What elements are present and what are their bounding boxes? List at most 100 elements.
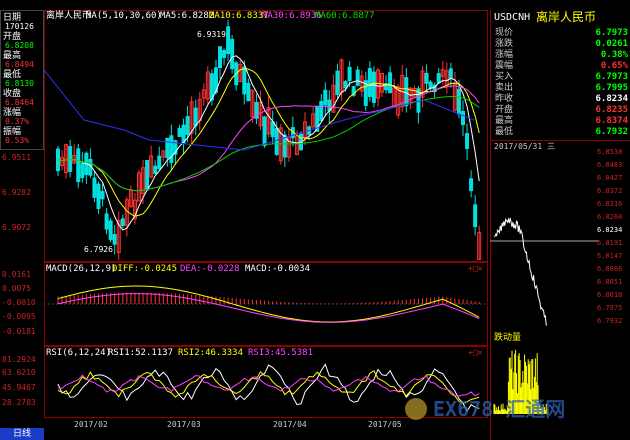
low-marker: 6.7926 [84,245,113,254]
candle-body [424,72,429,84]
quote-row: 昨收 6.8234 [493,94,630,105]
quote-value: 6.8374 [595,116,628,126]
candle-body [177,128,182,137]
rsi-panel-controls[interactable]: +□× [468,348,482,358]
candle-body [153,165,158,175]
candle-body [371,71,376,103]
x-tick: 2017/03 [167,420,201,429]
quote-value: 6.7932 [595,127,628,137]
y-tick: 6.9072 [2,223,31,232]
quote-row: 最低 6.7932 [493,127,630,138]
candle-body [319,101,324,121]
candle-body [222,50,227,59]
candle-body [76,148,81,183]
intraday-y-tick: 6.8427 [597,174,623,182]
rsi-y-tick: 81.2924 [2,355,36,364]
candle-body [226,26,231,55]
intraday-y-tick: 6.8051 [597,278,623,286]
high-marker: 6.9319 [197,30,226,39]
candle-body [469,178,474,192]
quote-value: 6.7995 [595,83,628,93]
candle-body [246,82,251,102]
candle-body [465,133,470,149]
divider [490,140,630,141]
macd-y-tick: 0.0075 [2,284,31,293]
quote-label: 现价 [495,28,514,38]
watermark-logo-icon [405,398,427,420]
quote-label: 开盘 [495,105,514,115]
x-tick: 2017/02 [74,420,108,429]
intraday-y-tick: 6.8372 [597,187,623,195]
candle-body [68,146,73,172]
rsi-y-tick: 28.2783 [2,398,36,407]
candle-body [92,177,97,198]
candle-body [335,70,340,95]
candle-body [165,137,170,159]
candle-body [218,46,222,68]
quote-value: 6.7973 [595,72,628,82]
info-value: 6.8494 [5,60,34,69]
candle-body [367,68,372,97]
dea-line [57,293,480,323]
quote-value: 6.8235 [595,105,628,115]
y-tick: 6.9511 [2,153,31,162]
candle-body [80,163,85,179]
candle-body [193,107,198,127]
candle-body [108,220,113,241]
intraday-y-tick: 6.8086 [597,265,623,273]
quote-label: 涨幅 [495,50,514,60]
quote-label: 震幅 [495,61,514,71]
macd-y-tick: 0.0161 [2,270,31,279]
candle-body [242,66,247,95]
info-value: 0.53% [5,136,30,145]
info-value: 6.8464 [5,98,34,107]
quote-row: 涨幅 0.38% [493,50,630,61]
rsi-y-tick: 45.9467 [2,383,36,392]
quote-row: 涨跌 0.0261 [493,39,630,50]
quote-row: 现价 6.7973 [493,28,630,39]
candle-body [323,89,328,106]
quote-label: 卖出 [495,83,514,93]
candle-body [96,183,101,209]
quote-label: 最低 [495,127,514,137]
candle-body [456,88,461,115]
intraday-price-line [493,217,548,326]
candlestick-chart [44,20,482,261]
quote-name: 离岸人民币 [536,10,597,24]
macd-chart [44,285,488,323]
info-value: 170126 [5,22,34,31]
tab-daily[interactable]: 日线 [0,428,44,440]
candle-body [112,234,117,245]
candle-body [262,116,267,146]
candle-body [145,160,150,191]
info-value: 0.37% [5,117,30,126]
info-value: 6.8130 [5,79,34,88]
candle-body [100,190,105,200]
candle-body [169,135,174,163]
candle-body [157,155,162,170]
quote-row: 最高 6.8374 [493,116,630,127]
candle-body [343,81,348,89]
volume-label: 跌动量 [494,333,522,343]
quote-value: 0.38% [600,50,628,60]
info-box: 日期 170126 开盘 6.8208 最高 6.8494 最低 6.8130 收盘 6.8464… [0,10,44,150]
intraday-y-tick: 6.7975 [597,304,623,312]
chart-window: 离岸人民币 MA(5,10,30,60) MA5:6.8282 MA10:6.8… [0,0,630,440]
intraday-y-tick: 6.8147 [597,252,623,260]
candle-body [347,66,352,82]
quote-value: 0.0261 [595,39,628,49]
macd-y-tick: -0.0181 [2,327,36,336]
candle-body [436,73,441,84]
intraday-y-tick: 6.8538 [597,148,623,156]
intraday-y-tick: 6.8316 [597,200,623,208]
intraday-y-tick: 6.8191 [597,239,623,247]
quote-label: 昨收 [495,94,514,104]
info-value: 6.8208 [5,41,34,50]
quote-row: 开盘 6.8235 [493,105,630,116]
intraday-y-tick: 6.8018 [597,291,623,299]
quote-label: 最高 [495,116,514,126]
candle-body [274,128,279,155]
intraday-y-tick: 6.8234 [597,226,623,234]
macd-panel-controls[interactable]: +□× [468,264,482,274]
quote-label: 买入 [495,72,514,82]
